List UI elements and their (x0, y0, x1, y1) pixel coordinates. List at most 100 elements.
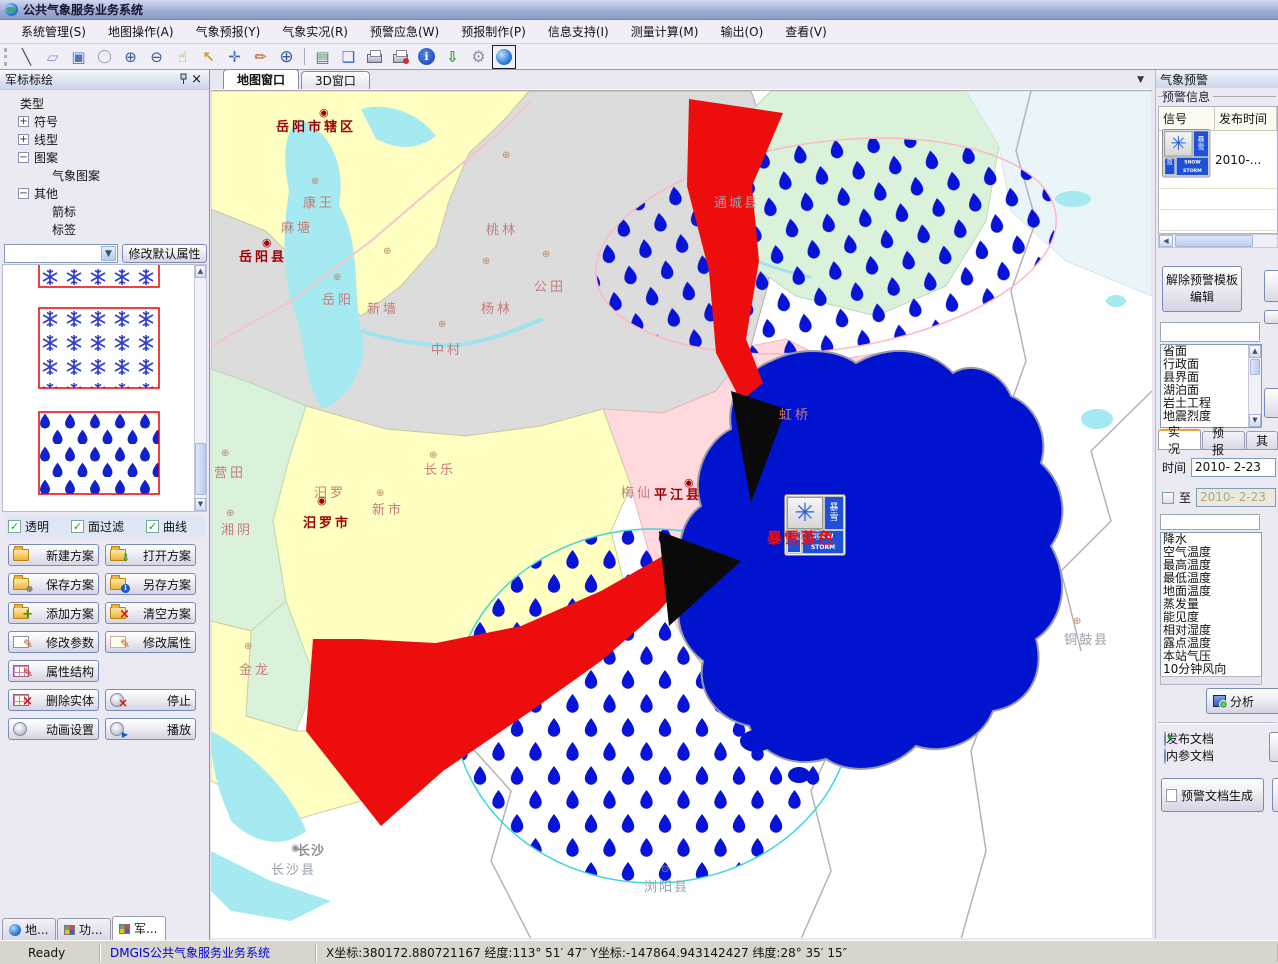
option-checkbox[interactable]: ✓ 透明 (8, 518, 49, 535)
menu-item[interactable]: 预报制作(P) (450, 20, 537, 43)
checkbox-checked-icon[interactable]: ✓ (8, 520, 21, 533)
scheme-button[interactable]: 保存方案 (8, 573, 99, 595)
checkbox-checked-icon[interactable]: ✓ (71, 520, 84, 533)
scheme-button[interactable]: 动画设置 (8, 718, 99, 740)
scheme-button[interactable]: 修改参数 (8, 631, 99, 653)
info-tool[interactable]: ℹ (418, 48, 435, 65)
tree-item[interactable]: 箭标 (4, 202, 195, 220)
menu-item[interactable]: 输出(O) (709, 20, 774, 43)
pattern-swatch-partial[interactable] (38, 265, 160, 289)
scheme-button[interactable]: 删除实体 (8, 689, 99, 711)
tree-item[interactable]: − 图案 (4, 148, 195, 166)
chevron-down-icon[interactable]: ▼ (101, 246, 116, 261)
window-tool[interactable]: ❑ (336, 46, 361, 68)
tree-expander-icon[interactable]: − (18, 188, 29, 199)
zoom-out-tool[interactable]: ⊖ (144, 46, 169, 68)
obs-tab[interactable]: 其 (1246, 431, 1278, 449)
pattern-swatch-list[interactable] (2, 264, 196, 512)
analyze-button[interactable]: 分析 (1206, 688, 1278, 714)
scheme-button[interactable]: 添加方案 (8, 602, 99, 624)
print-preview-tool[interactable] (388, 46, 413, 68)
move-tool[interactable]: ✛ (222, 46, 247, 68)
panel-tab[interactable]: 功... (57, 918, 111, 940)
menu-item[interactable]: 气象实况(R) (271, 20, 359, 43)
panel-tab[interactable]: 军... (112, 916, 166, 940)
rectangle-tool[interactable]: ▣ (66, 46, 91, 68)
document-type-radio[interactable]: 发布文档 (1164, 730, 1214, 747)
tree-item[interactable]: 气象图案 (4, 166, 195, 184)
obs-tab[interactable]: 实况 (1158, 429, 1201, 449)
tree-expander-icon[interactable]: + (18, 116, 29, 127)
swatch-scrollbar[interactable]: ▲ ▼ (194, 264, 207, 512)
to-checkbox[interactable] (1162, 492, 1174, 504)
option-checkbox[interactable]: ✓ 曲线 (146, 518, 187, 535)
scheme-button[interactable]: 属性结构 (8, 660, 99, 682)
checkbox-checked-icon[interactable]: ✓ (146, 520, 159, 533)
warning-signal-table[interactable]: 信号 发布时间 ✳ 暴雪 蓝SNOW STORM 2010-... (1158, 106, 1278, 234)
tree-item[interactable]: 标签 (4, 220, 195, 238)
table-hscrollbar[interactable]: ◀ (1158, 234, 1278, 248)
toolbar-separator[interactable] (304, 48, 305, 65)
tree-item[interactable]: 类型 (4, 94, 195, 112)
modify-default-button[interactable]: 修改默认属性 (122, 244, 207, 263)
clipped-button[interactable] (1269, 732, 1278, 762)
clipped-button[interactable] (1264, 270, 1278, 302)
generate-warning-doc-button[interactable]: 预警文档生成 (1161, 778, 1264, 812)
map-canvas[interactable]: ✳ 暴雪 蓝 SNOW STORM 岳阳市辖区岳阳县汨罗市平江县桃林康王麻塘岳阳… (211, 90, 1152, 938)
menu-item[interactable]: 查看(V) (774, 20, 838, 43)
scheme-button[interactable]: 另存方案 (105, 573, 196, 595)
element-list-hscrollbar[interactable] (1160, 676, 1262, 685)
globe-tool[interactable] (492, 45, 516, 69)
scheme-button[interactable]: 修改属性 (105, 631, 196, 653)
menu-item[interactable]: 测量计算(M) (620, 20, 710, 43)
tree-item[interactable]: + 线型 (4, 130, 195, 148)
map-window-tab[interactable]: 地图窗口 (223, 69, 299, 89)
radio-dot[interactable] (1164, 748, 1166, 764)
scheme-button[interactable]: 播放 (105, 718, 196, 740)
pattern-swatch-snow[interactable] (38, 307, 160, 389)
tree-expander-icon[interactable]: − (18, 152, 29, 163)
clipped-button[interactable] (1264, 388, 1278, 418)
element-list[interactable]: 降水空气温度最高温度最低温度地面温度蒸发量能见度相对湿度露点温度本站气压10分钟… (1160, 532, 1262, 677)
radio-dot[interactable] (1164, 731, 1166, 747)
scroll-up-icon[interactable]: ▲ (1249, 345, 1261, 358)
pin-icon[interactable] (178, 73, 189, 86)
scrollbar-thumb[interactable] (195, 443, 206, 495)
line-tool[interactable]: ╲ (14, 46, 39, 68)
zoom-window-tool[interactable]: ⊕ (274, 46, 299, 68)
layer-list-scrollbar[interactable]: ▲ ▼ (1248, 345, 1261, 427)
clipped-button[interactable] (1272, 778, 1278, 812)
menu-item[interactable]: 信息支持(I) (537, 20, 620, 43)
scroll-left-icon[interactable]: ◀ (1159, 235, 1173, 247)
image-tool[interactable]: ▤ (310, 46, 335, 68)
scroll-down-icon[interactable]: ▼ (1249, 414, 1261, 427)
layer-list[interactable]: 省面行政面县界面湖泊面岩土工程地震烈度 (1160, 344, 1262, 428)
toolbar-grip[interactable] (4, 48, 9, 66)
layer-list-item[interactable]: 地震烈度 (1161, 410, 1261, 423)
print-tool[interactable] (362, 46, 387, 68)
symbol-combo[interactable]: ▼ (4, 244, 118, 263)
brush-tool[interactable]: ✏ (248, 46, 273, 68)
tree-item[interactable]: + 符号 (4, 112, 195, 130)
scheme-button[interactable]: 停止 (105, 689, 196, 711)
pattern-swatch-rain[interactable] (38, 411, 160, 495)
scroll-up-icon[interactable]: ▲ (195, 265, 206, 278)
pan-tool[interactable]: ☝ (170, 46, 195, 68)
menu-item[interactable]: 气象预报(Y) (185, 20, 272, 43)
settings-tool[interactable]: ⚙ (466, 46, 491, 68)
menu-item[interactable]: 系统管理(S) (10, 20, 97, 43)
scheme-button[interactable]: 新建方案 (8, 544, 99, 566)
menu-item[interactable]: 预警应急(W) (359, 20, 450, 43)
polygon-tool[interactable]: ▱ (40, 46, 65, 68)
element-list-item[interactable]: 10分钟风向 (1161, 663, 1261, 676)
document-type-radio[interactable]: 内参文档 (1164, 747, 1214, 764)
clipped-button[interactable] (1264, 310, 1278, 324)
menu-item[interactable]: 地图操作(A) (97, 20, 185, 43)
hscrollbar-thumb[interactable] (1175, 235, 1253, 247)
tree-item[interactable]: − 其他 (4, 184, 195, 202)
warning-row[interactable]: ✳ 暴雪 蓝SNOW STORM 2010-... (1159, 131, 1277, 189)
select-tool[interactable]: ↖ (196, 46, 221, 68)
close-panel-icon[interactable]: × (189, 75, 204, 85)
scheme-button[interactable]: 打开方案 (105, 544, 196, 566)
export-tool[interactable]: ⇩ (440, 46, 465, 68)
